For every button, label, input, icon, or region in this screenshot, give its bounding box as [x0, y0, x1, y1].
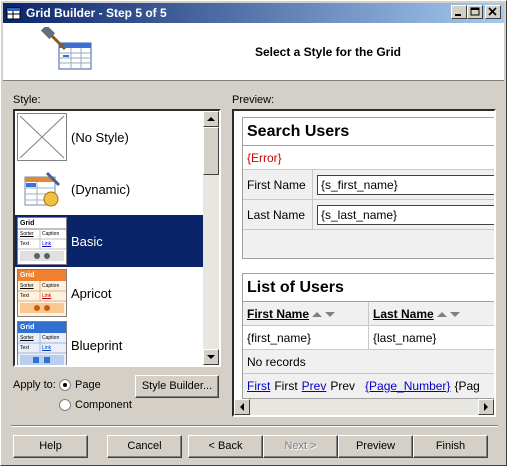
window-title: Grid Builder - Step 5 of 5: [26, 6, 167, 20]
back-button[interactable]: < Back: [188, 435, 263, 458]
close-button[interactable]: [485, 5, 501, 19]
blueprint-style-thumbnail: Grid Sorter Caption Text Link: [17, 321, 67, 365]
style-item-label: Blueprint: [71, 337, 123, 353]
last-name-cell: {last_name}: [373, 330, 437, 345]
style-item-apricot[interactable]: Grid Sorter Caption Text Link Apricot: [15, 267, 203, 319]
grid-header-row: First Name Last Name: [243, 302, 494, 326]
scroll-up-button[interactable]: [203, 111, 219, 127]
page-radio-label[interactable]: Page: [75, 379, 101, 391]
down-arrow-icon: [207, 355, 215, 359]
thumb-cell2: Link: [42, 293, 52, 299]
first-name-cell: {first_name}: [243, 326, 369, 349]
close-icon: [488, 7, 497, 16]
thumb-col1: Sorter: [20, 283, 34, 289]
style-item-basic[interactable]: Grid Sorter Caption Text Link Basic: [15, 215, 203, 267]
preview-pane: Search Users {Error} First Name {s_first…: [232, 109, 496, 417]
last-name-label: Last Name: [243, 200, 313, 229]
navigator-row: First First Prev Prev {Page_Number} {Pag: [243, 374, 494, 398]
apply-to-label: Apply to:: [13, 379, 56, 391]
list-of-users-grid: List of Users First Name Last Name {firs…: [242, 273, 494, 399]
list-of-users-title: List of Users: [243, 274, 494, 302]
preview-button[interactable]: Preview: [338, 435, 413, 458]
page-number-link[interactable]: {Page_Number}: [365, 379, 450, 393]
sort-arrows-icon: [312, 311, 336, 317]
finish-button[interactable]: Finish: [413, 435, 488, 458]
next-button[interactable]: Next >: [263, 435, 338, 458]
thumb-cell1: Text: [20, 293, 30, 299]
first-page-link[interactable]: First: [247, 379, 270, 393]
search-users-form: Search Users {Error} First Name {s_first…: [242, 117, 494, 259]
basic-style-thumbnail: Grid Sorter Caption Text Link: [17, 217, 67, 265]
scroll-thumb[interactable]: [203, 127, 219, 175]
first-name-column-header[interactable]: First Name: [243, 302, 369, 325]
thumb-col2: Caption: [42, 283, 60, 289]
maximize-icon: [470, 7, 480, 16]
error-text: {Error}: [247, 150, 282, 165]
search-users-title: Search Users: [243, 118, 494, 146]
apricot-style-thumbnail: Grid Sorter Caption Text Link: [17, 269, 67, 317]
table-row: {first_name} {last_name}: [243, 326, 494, 350]
first-name-label: First Name: [243, 170, 313, 199]
page-count-text: {Pag: [454, 379, 480, 393]
sort-arrows-icon: [436, 311, 460, 317]
wizard-header: Select a Style for the Grid: [3, 23, 504, 81]
prev-page-text: Prev: [330, 379, 356, 393]
no-records-row: No records: [243, 350, 494, 374]
page-radio[interactable]: [59, 379, 71, 391]
error-row: {Error}: [243, 146, 494, 170]
no-style-thumbnail: [17, 113, 67, 161]
preview-horizontal-scrollbar[interactable]: [234, 399, 494, 415]
right-arrow-icon: [484, 403, 488, 411]
first-page-text: First: [274, 379, 298, 393]
scroll-down-button[interactable]: [203, 349, 219, 365]
preview-label: Preview:: [232, 94, 275, 106]
thumb-col1: Sorter: [20, 335, 34, 341]
style-list[interactable]: (No Style) (Dynamic) Grid Sorter Caption…: [13, 109, 221, 367]
grid-hammer-icon: [40, 24, 93, 75]
scroll-right-button[interactable]: [478, 399, 494, 415]
thumb-cell1: Text: [20, 345, 30, 351]
style-label: Style:: [13, 94, 41, 106]
style-item-label: (No Style): [71, 129, 129, 145]
style-builder-button[interactable]: Style Builder...: [135, 375, 219, 398]
dynamic-style-thumbnail: [17, 165, 67, 213]
component-radio-label[interactable]: Component: [75, 399, 132, 411]
scroll-left-button[interactable]: [234, 399, 250, 415]
title-bar[interactable]: Grid Builder - Step 5 of 5: [3, 3, 504, 23]
last-name-row: Last Name {s_last_name}: [243, 200, 494, 230]
cancel-button[interactable]: Cancel: [107, 435, 182, 458]
first-name-input[interactable]: {s_first_name}: [317, 174, 494, 195]
wizard-heading: Select a Style for the Grid: [254, 45, 402, 59]
grid-builder-icon: [6, 5, 22, 21]
style-item-blueprint[interactable]: Grid Sorter Caption Text Link Blueprint: [15, 319, 203, 365]
grid-builder-window: Grid Builder - Step 5 of 5 Select a Styl…: [0, 0, 507, 466]
thumb-title: Grid: [20, 272, 35, 279]
search-button-row: [243, 230, 494, 258]
maximize-button[interactable]: [467, 5, 483, 19]
left-arrow-icon: [240, 403, 244, 411]
style-list-scrollbar[interactable]: [203, 111, 219, 365]
style-item-no-style[interactable]: (No Style): [15, 111, 203, 163]
last-name-column-header[interactable]: Last Name: [369, 302, 494, 325]
component-radio[interactable]: [59, 399, 71, 411]
last-name-input[interactable]: {s_last_name}: [317, 204, 494, 225]
footer-separator: [11, 425, 498, 427]
up-arrow-icon: [207, 117, 215, 121]
help-button[interactable]: Help: [13, 435, 88, 458]
minimize-button[interactable]: [451, 5, 467, 19]
thumb-col2: Caption: [42, 335, 60, 341]
no-records-text: No records: [247, 354, 306, 369]
minimize-icon: [455, 14, 461, 16]
style-item-label: (Dynamic): [71, 181, 131, 197]
thumb-cell2: Link: [42, 345, 52, 351]
prev-page-link[interactable]: Prev: [302, 379, 327, 393]
style-item-label: Apricot: [71, 285, 112, 301]
style-item-label: Basic: [71, 233, 103, 249]
style-item-dynamic[interactable]: (Dynamic): [15, 163, 203, 215]
thumb-title: Grid: [20, 324, 35, 331]
first-name-row: First Name {s_first_name}: [243, 170, 494, 200]
